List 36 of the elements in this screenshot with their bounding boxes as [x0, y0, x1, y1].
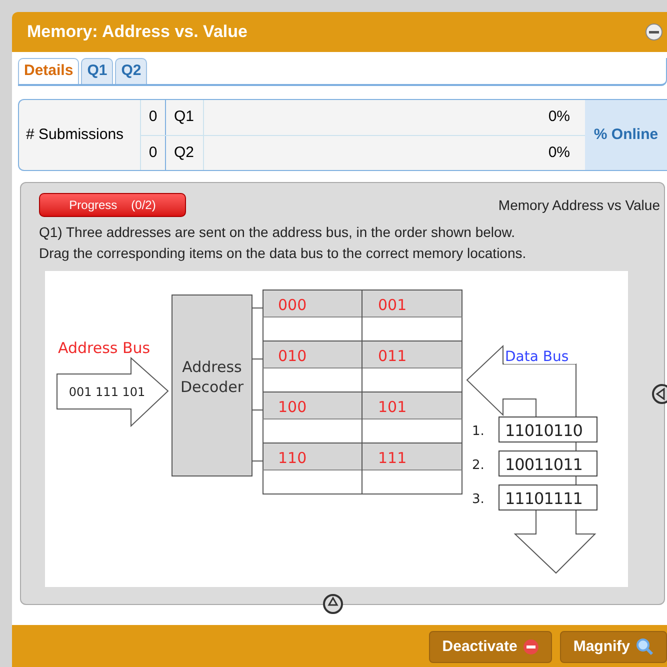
memory-address: 100 [278, 398, 307, 416]
memory-address: 000 [278, 296, 307, 314]
tab[interactable]: Q2 [115, 58, 148, 84]
memory-address: 001 [378, 296, 407, 314]
question-label: Q2 [166, 136, 204, 170]
submission-count: 0 [141, 136, 166, 170]
memory-address: 111 [378, 449, 407, 467]
online-label: % Online [585, 100, 667, 170]
data-item[interactable]: 11101111 [498, 484, 598, 510]
memory-address: 101 [378, 398, 407, 416]
tab[interactable]: Details [18, 58, 80, 84]
percent-value: 0% [547, 142, 571, 162]
submission-count: 0 [141, 100, 166, 134]
footer-button[interactable]: Deactivate [429, 631, 552, 663]
item-number: 2. [472, 458, 484, 473]
data-bus-label: Data Bus [505, 349, 569, 365]
question-label: Q1 [166, 100, 204, 134]
activity-title: Memory Address vs Value [498, 196, 660, 215]
memory-address: 110 [278, 449, 307, 467]
footer-button[interactable]: Magnify [560, 631, 667, 663]
data-item[interactable]: 11010110 [498, 416, 598, 442]
question-text: Q1) Three addresses are sent on the address bus, in the order shown below. [39, 223, 516, 242]
submissions-label: # Submissions [19, 100, 141, 170]
memory-address: 011 [378, 347, 407, 365]
item-number: 1. [472, 424, 484, 439]
decoder-label: Address Decoder [180, 358, 244, 396]
memory-address: 010 [278, 347, 307, 365]
instruction-text: Drag the corresponding items on the data bus to the correct memory locations. [39, 244, 528, 263]
address-value: 001 111 101 [68, 385, 146, 399]
tab[interactable]: Q1 [81, 58, 114, 84]
data-item[interactable]: 10011011 [498, 450, 598, 476]
address-bus-label: Address Bus [58, 339, 150, 357]
panel-title: Memory: Address vs. Value [27, 21, 248, 44]
item-number: 3. [472, 492, 484, 507]
percent-value: 0% [547, 107, 571, 127]
progress-button[interactable]: Progress (0/2) [39, 193, 186, 217]
